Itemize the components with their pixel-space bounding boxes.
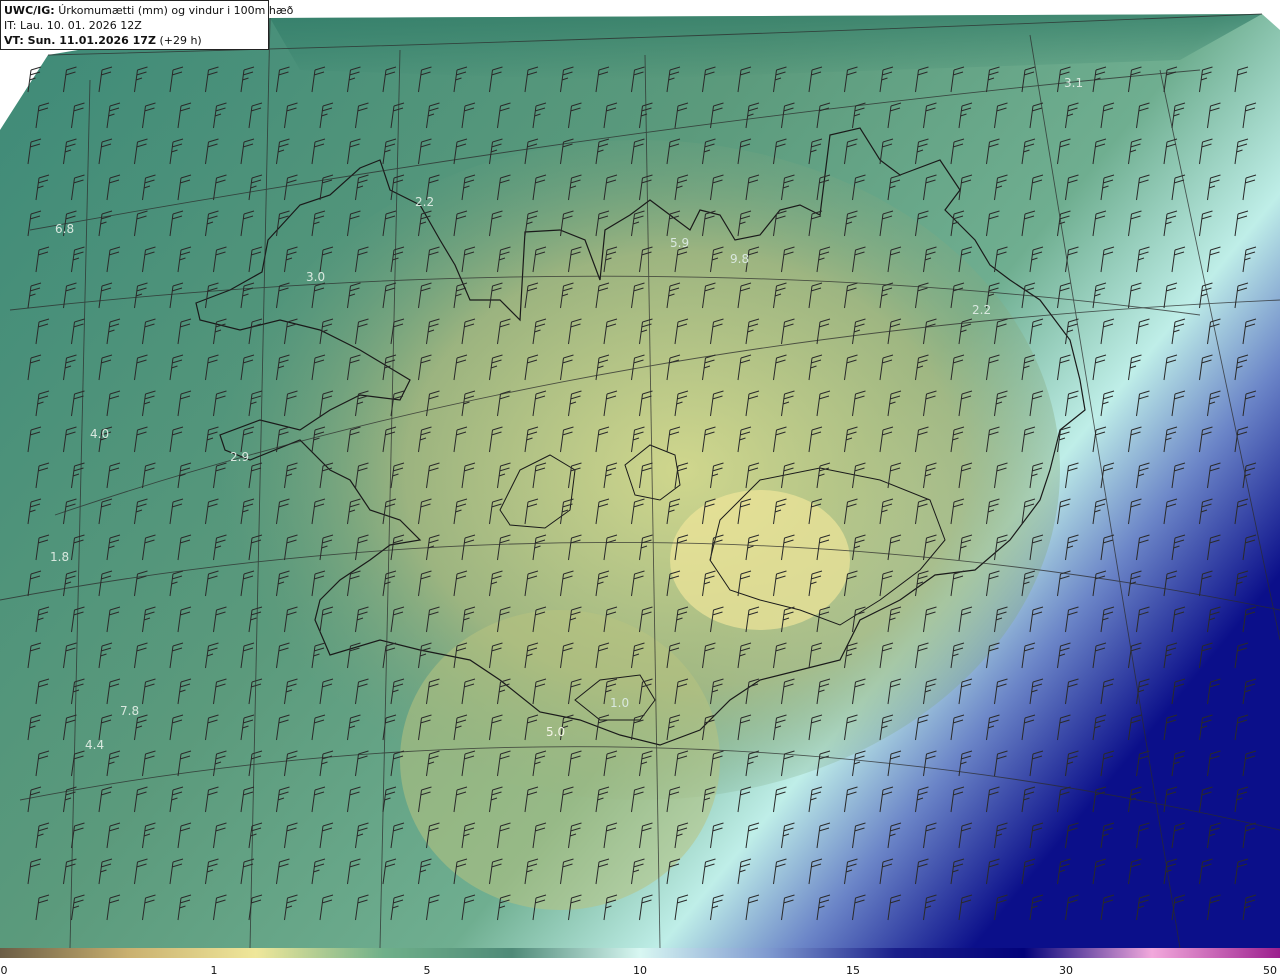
colorbar-tick: 15 [846,964,860,977]
weather-map: UWC/IG: Úrkomumætti (mm) og vindur i 100… [0,0,1280,948]
colorbar-tick: 5 [423,964,431,977]
value-label: 7.8 [120,704,140,718]
valid-time-line: VT: Sun. 11.01.2026 17Z (+29 h) [4,33,265,48]
value-label: 4.4 [85,738,105,752]
colorbar-tick: 1 [210,964,218,977]
field-name: Úrkomumætti (mm) og vindur i 100m hæð [58,4,294,17]
value-label: 9.8 [730,252,750,266]
precip-colorbar: 0 1 5 10 15 30 50 [0,948,1280,978]
value-label: 1.0 [610,696,630,710]
valid-time-offset: (+29 h) [159,34,202,47]
value-label: 2.2 [415,195,435,209]
colorbar-tick: 0 [0,964,8,977]
value-label: 4.0 [90,427,110,441]
value-label: 3.1 [1064,76,1084,90]
title-line: UWC/IG: Úrkomumætti (mm) og vindur i 100… [4,3,293,18]
value-label: 3.0 [306,270,326,284]
map-info-box: UWC/IG: Úrkomumætti (mm) og vindur i 100… [0,0,293,50]
value-label: 5.0 [546,725,566,739]
value-label: 1.8 [50,550,70,564]
value-label: 5.9 [670,236,690,250]
initial-time: IT: Lau. 10. 01. 2026 12Z [4,19,142,32]
map-surface [0,13,1280,948]
colorbar-tick: 50 [1263,964,1277,977]
model-name: UWC/IG: [4,4,55,17]
value-label: 2.2 [972,303,992,317]
value-label: 2.9 [230,450,250,464]
valid-time: VT: Sun. 11.01.2026 17Z [4,34,156,47]
colorbar-tick: 10 [633,964,647,977]
value-label: 6.8 [55,222,75,236]
colorbar-tick: 30 [1059,964,1073,977]
colorbar-strip [0,948,1280,958]
